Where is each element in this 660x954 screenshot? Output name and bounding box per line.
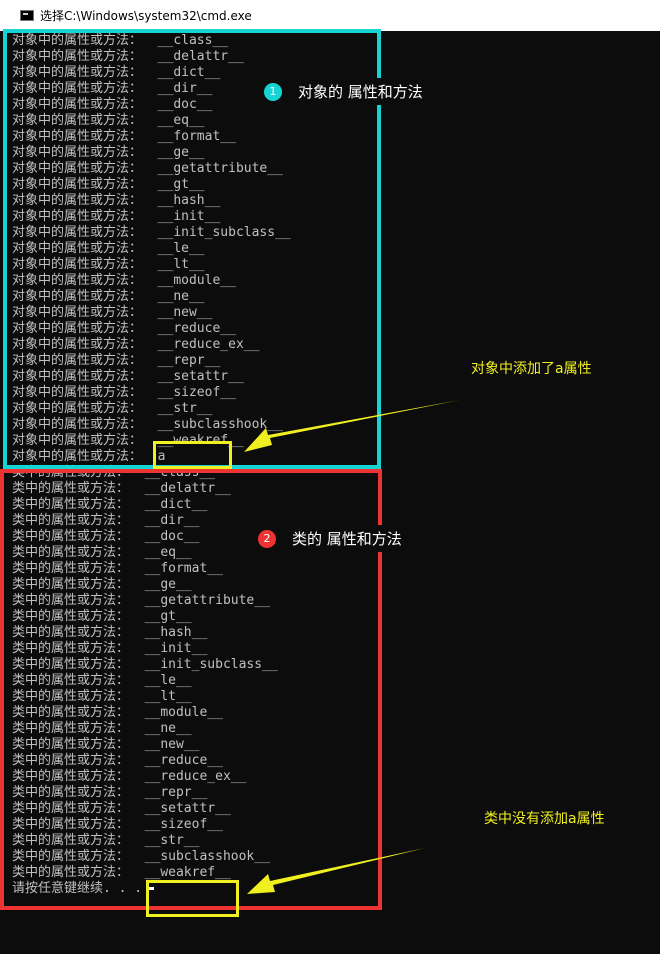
class-label-text: 类的 属性和方法 <box>292 530 402 548</box>
title-bar[interactable]: 选择C:\Windows\system32\cmd.exe <box>0 0 660 31</box>
object-section-label: 1 对象的 属性和方法 <box>262 78 431 105</box>
class-section-label: 2 类的 属性和方法 <box>256 525 410 552</box>
object-label-text: 对象的 属性和方法 <box>298 83 423 101</box>
class-missing-note: 类中没有添加a属性 <box>484 811 605 827</box>
badge-2: 2 <box>258 529 276 548</box>
badge-1: 1 <box>264 82 282 101</box>
added-attribute-highlight <box>153 441 232 469</box>
window-title: 选择C:\Windows\system32\cmd.exe <box>40 9 252 23</box>
prompt-highlight <box>146 880 239 917</box>
object-added-note: 对象中添加了a属性 <box>471 361 592 377</box>
cmd-icon <box>20 10 34 21</box>
cmd-window: 选择C:\Windows\system32\cmd.exe 对象中的属性或方法：… <box>0 0 660 954</box>
